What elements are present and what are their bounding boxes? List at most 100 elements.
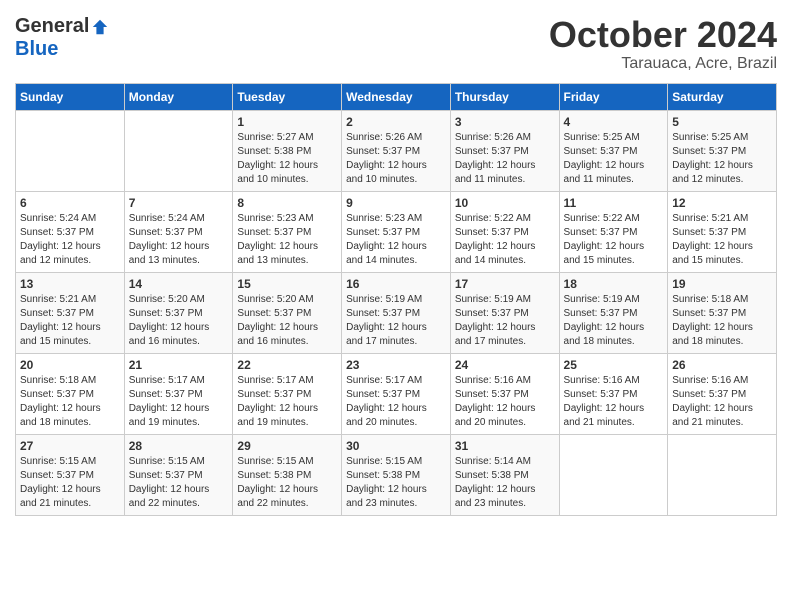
day-info: Sunrise: 5:15 AMSunset: 5:38 PMDaylight:… [346,455,446,511]
day-of-week-header: Sunday [16,83,125,110]
calendar-table: SundayMondayTuesdayWednesdayThursdayFrid… [15,83,777,516]
calendar-week-row: 6 Sunrise: 5:24 AMSunset: 5:37 PMDaylight… [16,191,777,272]
day-of-week-header: Tuesday [233,83,342,110]
calendar-cell: 18Sunrise: 5:19 AMSunset: 5:37 PMDayligh… [559,272,668,353]
logo-blue-text: Blue [15,38,58,60]
calendar-cell: 24 Sunrise: 5:16 AMSunset: 5:37 PMDayligh… [450,353,559,434]
day-info: Sunrise: 5:16 AMSunset: 5:37 PMDaylight:… [564,374,664,430]
day-number: 14 [129,277,229,291]
calendar-cell: 19 Sunrise: 5:18 AMSunset: 5:37 PMDayligh… [668,272,777,353]
calendar-cell: 26 Sunrise: 5:16 AMSunset: 5:37 PMDayligh… [668,353,777,434]
day-number: 19 [672,277,772,291]
calendar-cell: 2Sunrise: 5:26 AMSunset: 5:37 PMDaylight… [342,110,451,191]
day-number: 27 [20,439,120,453]
day-of-week-header: Monday [124,83,233,110]
calendar-week-row: 27 Sunrise: 5:15 AMSunset: 5:37 PMDayligh… [16,434,777,515]
day-info: Sunrise: 5:23 AMSunset: 5:37 PMDaylight:… [237,212,337,268]
calendar-cell: 15Sunrise: 5:20 AMSunset: 5:37 PMDayligh… [233,272,342,353]
logo: General Blue [15,15,109,61]
calendar-cell: 7 Sunrise: 5:24 AMSunset: 5:37 PMDaylight… [124,191,233,272]
day-number: 9 [346,196,446,210]
day-number: 29 [237,439,337,453]
day-info: Sunrise: 5:22 AMSunset: 5:37 PMDaylight:… [564,212,664,268]
day-info: Sunrise: 5:27 AMSunset: 5:38 PMDaylight:… [237,131,337,187]
calendar-cell: 8 Sunrise: 5:23 AMSunset: 5:37 PMDaylight… [233,191,342,272]
day-info: Sunrise: 5:17 AMSunset: 5:37 PMDaylight:… [346,374,446,430]
calendar-cell: 31Sunrise: 5:14 AMSunset: 5:38 PMDayligh… [450,434,559,515]
calendar-cell: 30 Sunrise: 5:15 AMSunset: 5:38 PMDayligh… [342,434,451,515]
day-of-week-header: Friday [559,83,668,110]
day-info: Sunrise: 5:23 AMSunset: 5:37 PMDaylight:… [346,212,446,268]
day-number: 1 [237,115,337,129]
day-number: 25 [564,358,664,372]
calendar-cell [124,110,233,191]
day-number: 13 [20,277,120,291]
calendar-cell: 12Sunrise: 5:21 AMSunset: 5:37 PMDayligh… [668,191,777,272]
calendar-cell: 25 Sunrise: 5:16 AMSunset: 5:37 PMDayligh… [559,353,668,434]
day-number: 3 [455,115,555,129]
day-info: Sunrise: 5:20 AMSunset: 5:37 PMDaylight:… [237,293,337,349]
day-info: Sunrise: 5:17 AMSunset: 5:37 PMDaylight:… [237,374,337,430]
calendar-header-row: SundayMondayTuesdayWednesdayThursdayFrid… [16,83,777,110]
day-of-week-header: Wednesday [342,83,451,110]
day-number: 17 [455,277,555,291]
location-title: Tarauaca, Acre, Brazil [549,55,777,73]
day-info: Sunrise: 5:25 AMSunset: 5:37 PMDaylight:… [564,131,664,187]
day-info: Sunrise: 5:24 AMSunset: 5:37 PMDaylight:… [129,212,229,268]
day-number: 5 [672,115,772,129]
day-info: Sunrise: 5:26 AMSunset: 5:37 PMDaylight:… [346,131,446,187]
calendar-cell: 17Sunrise: 5:19 AMSunset: 5:37 PMDayligh… [450,272,559,353]
day-info: Sunrise: 5:16 AMSunset: 5:37 PMDaylight:… [672,374,772,430]
calendar-cell: 1 Sunrise: 5:27 AMSunset: 5:38 PMDaylight… [233,110,342,191]
day-info: Sunrise: 5:22 AMSunset: 5:37 PMDaylight:… [455,212,555,268]
calendar-cell: 27Sunrise: 5:15 AMSunset: 5:37 PMDayligh… [16,434,125,515]
calendar-cell: 23 Sunrise: 5:17 AMSunset: 5:37 PMDayligh… [342,353,451,434]
day-info: Sunrise: 5:18 AMSunset: 5:37 PMDaylight:… [20,374,120,430]
page-header: General Blue October 2024 Tarauaca, Acre… [15,15,777,73]
day-info: Sunrise: 5:17 AMSunset: 5:37 PMDaylight:… [129,374,229,430]
day-number: 30 [346,439,446,453]
day-number: 16 [346,277,446,291]
day-number: 23 [346,358,446,372]
day-info: Sunrise: 5:18 AMSunset: 5:37 PMDaylight:… [672,293,772,349]
day-number: 6 [20,196,120,210]
day-info: Sunrise: 5:19 AMSunset: 5:37 PMDaylight:… [346,293,446,349]
calendar-cell: 16 Sunrise: 5:19 AMSunset: 5:37 PMDayligh… [342,272,451,353]
day-number: 20 [20,358,120,372]
calendar-cell: 4 Sunrise: 5:25 AMSunset: 5:37 PMDaylight… [559,110,668,191]
day-number: 4 [564,115,664,129]
calendar-cell: 20 Sunrise: 5:18 AMSunset: 5:37 PMDayligh… [16,353,125,434]
calendar-week-row: 1 Sunrise: 5:27 AMSunset: 5:38 PMDaylight… [16,110,777,191]
day-number: 22 [237,358,337,372]
calendar-cell [559,434,668,515]
day-number: 24 [455,358,555,372]
calendar-cell: 14 Sunrise: 5:20 AMSunset: 5:37 PMDayligh… [124,272,233,353]
day-of-week-header: Thursday [450,83,559,110]
day-info: Sunrise: 5:20 AMSunset: 5:37 PMDaylight:… [129,293,229,349]
day-number: 7 [129,196,229,210]
calendar-cell [16,110,125,191]
day-info: Sunrise: 5:24 AMSunset: 5:37 PMDaylight:… [20,212,120,268]
day-number: 10 [455,196,555,210]
calendar-week-row: 20 Sunrise: 5:18 AMSunset: 5:37 PMDayligh… [16,353,777,434]
calendar-cell: 11Sunrise: 5:22 AMSunset: 5:37 PMDayligh… [559,191,668,272]
day-info: Sunrise: 5:15 AMSunset: 5:37 PMDaylight:… [129,455,229,511]
calendar-cell: 10 Sunrise: 5:22 AMSunset: 5:37 PMDayligh… [450,191,559,272]
calendar-cell: 9 Sunrise: 5:23 AMSunset: 5:37 PMDaylight… [342,191,451,272]
day-info: Sunrise: 5:21 AMSunset: 5:37 PMDaylight:… [20,293,120,349]
logo-icon [91,18,109,36]
day-of-week-header: Saturday [668,83,777,110]
day-info: Sunrise: 5:25 AMSunset: 5:37 PMDaylight:… [672,131,772,187]
calendar-cell [668,434,777,515]
month-title: October 2024 [549,15,777,55]
day-info: Sunrise: 5:14 AMSunset: 5:38 PMDaylight:… [455,455,555,511]
day-number: 8 [237,196,337,210]
calendar-cell: 6 Sunrise: 5:24 AMSunset: 5:37 PMDaylight… [16,191,125,272]
day-info: Sunrise: 5:16 AMSunset: 5:37 PMDaylight:… [455,374,555,430]
calendar-cell: 28Sunrise: 5:15 AMSunset: 5:37 PMDayligh… [124,434,233,515]
calendar-cell: 22 Sunrise: 5:17 AMSunset: 5:37 PMDayligh… [233,353,342,434]
day-info: Sunrise: 5:26 AMSunset: 5:37 PMDaylight:… [455,131,555,187]
day-number: 12 [672,196,772,210]
day-number: 26 [672,358,772,372]
day-number: 18 [564,277,664,291]
